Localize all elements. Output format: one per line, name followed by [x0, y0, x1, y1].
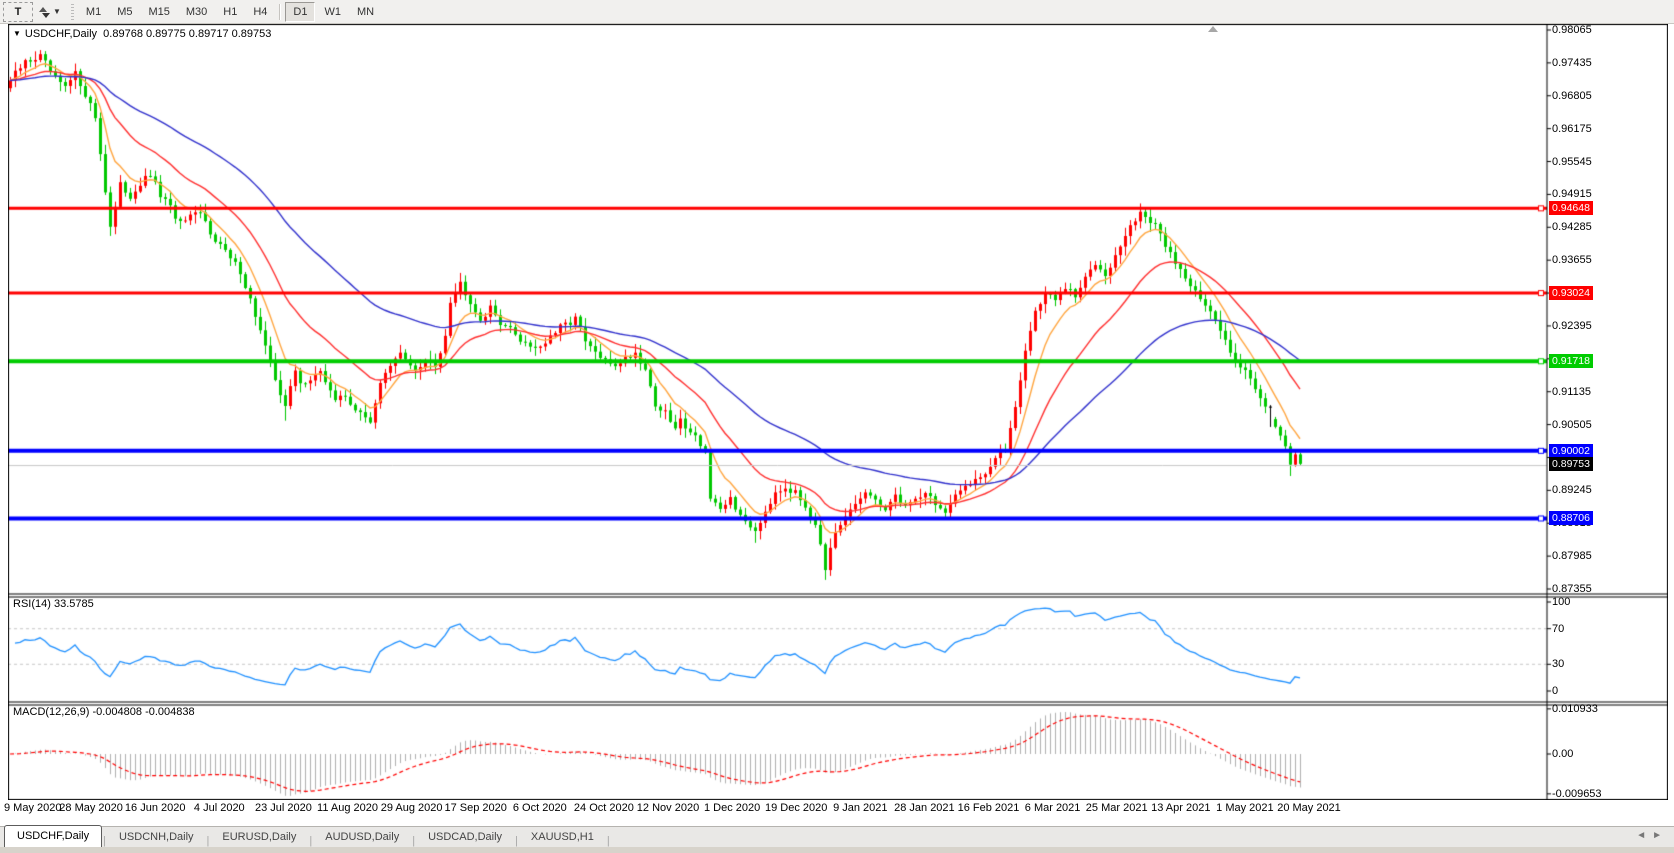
hline-price-badge: 0.90002: [1549, 443, 1593, 458]
timeframe-button-d1[interactable]: D1: [285, 1, 316, 22]
date-label: 28 Jan 2021: [894, 802, 955, 814]
chart-symbol: USDCHF,Daily: [24, 28, 98, 40]
rsi-tick-label: 100: [1552, 596, 1571, 608]
date-label: 6 Oct 2020: [512, 802, 567, 814]
rsi-label: RSI(14) 33.5785: [13, 598, 94, 610]
tab-eurusd-daily[interactable]: EURUSD,Daily: [210, 828, 308, 847]
date-label: 16 Jun 2020: [124, 802, 186, 814]
sort-arrows-icon: [38, 6, 50, 18]
macd-label: MACD(12,26,9) -0.004808 -0.004838: [13, 706, 195, 718]
sort-arrows-button[interactable]: ▼: [35, 3, 64, 21]
rsi-tick-label: 70: [1552, 622, 1565, 635]
tab-scroll-arrows[interactable]: ◄►: [1636, 830, 1668, 841]
rsi-tick-label: 30: [1552, 658, 1565, 671]
price-tick-label: 0.87985: [1552, 550, 1592, 563]
date-label: 1 Dec 2020: [703, 802, 761, 814]
chart-ohlc: 0.89768 0.89775 0.89717 0.89753: [103, 28, 272, 40]
date-label: 12 Nov 2020: [636, 802, 700, 814]
tab-separator: |: [606, 835, 610, 847]
timeframe-button-m30[interactable]: M30: [179, 3, 214, 21]
date-label: 4 Jul 2020: [193, 802, 245, 814]
date-label: 23 Jul 2020: [254, 802, 312, 814]
hline-price-badge: 0.94648: [1549, 201, 1593, 216]
price-tick-label: 0.93655: [1552, 254, 1592, 267]
price-tick-label: 0.90505: [1552, 418, 1592, 431]
date-label: 11 Aug 2020: [317, 802, 378, 814]
date-label: 9 Jan 2021: [833, 802, 888, 814]
chart-title: ▼ USDCHF,Daily 0.89768 0.89775 0.89717 0.…: [13, 28, 271, 40]
price-tick-label: 0.94285: [1552, 221, 1592, 234]
date-label: 16 Feb 2021: [957, 802, 1020, 814]
symbol-dropdown-icon[interactable]: ▼: [13, 29, 21, 38]
date-label: 29 Aug 2020: [380, 802, 443, 814]
tab-xauusd-h1[interactable]: XAUUSD,H1: [519, 828, 606, 847]
tab-scroll-right-icon[interactable]: ►: [1652, 830, 1668, 841]
date-label: 9 May 2020: [4, 802, 62, 814]
tab-audusd-daily[interactable]: AUDUSD,Daily: [313, 828, 411, 847]
date-label: 28 May 2020: [59, 802, 123, 814]
date-label: 17 Sep 2020: [444, 802, 507, 814]
hline-price-badge: 0.93024: [1549, 286, 1593, 301]
macd-tick-label: -0.009653: [1552, 787, 1602, 800]
chart-tabbar: USDCHF,Daily | USDCNH,Daily | EURUSD,Daily | A…: [0, 825, 1674, 847]
date-label: 20 May 2021: [1277, 802, 1341, 814]
timeframe-button-m15[interactable]: M15: [141, 3, 176, 21]
toolbar-drag-handle[interactable]: [70, 3, 74, 20]
text-tool-button[interactable]: T: [3, 1, 33, 22]
hline-price-badge: 0.88706: [1549, 511, 1593, 526]
tab-scroll-left-icon[interactable]: ◄: [1636, 830, 1652, 841]
date-label: 13 Apr 2021: [1151, 802, 1211, 814]
tab-usdcad-daily[interactable]: USDCAD,Daily: [416, 828, 514, 847]
date-label: 1 May 2021: [1216, 802, 1274, 814]
price-tick-label: 0.94915: [1552, 188, 1592, 201]
price-tick-label: 0.91135: [1552, 385, 1591, 398]
toolbar: T ▼ M1 M5 M15 M30 H1 H4 D1 W1 MN: [0, 0, 1674, 24]
price-tick-label: 0.92395: [1552, 319, 1592, 332]
tab-usdcnh-daily[interactable]: USDCNH,Daily: [107, 828, 206, 847]
toolbar-separator: [279, 3, 281, 20]
timeframe-button-m5[interactable]: M5: [110, 3, 139, 21]
current-price-badge: 0.89753: [1549, 456, 1593, 471]
timeframe-button-w1[interactable]: W1: [317, 3, 348, 21]
price-tick-label: 0.98065: [1552, 24, 1592, 36]
price-tick-label: 0.89245: [1552, 484, 1592, 497]
timeframe-button-mn[interactable]: MN: [350, 3, 381, 21]
timeframe-button-m1[interactable]: M1: [79, 3, 108, 21]
date-label: 6 Mar 2021: [1024, 802, 1081, 814]
chart-canvas[interactable]: [8, 24, 1668, 800]
date-label: 19 Dec 2020: [764, 802, 828, 814]
tab-usdchf-daily[interactable]: USDCHF,Daily: [4, 825, 103, 847]
chart-shift-marker: [1208, 26, 1218, 32]
timeframe-button-h1[interactable]: H1: [216, 3, 244, 21]
price-tick-label: 0.97435: [1552, 56, 1592, 69]
date-label: 24 Oct 2020: [573, 802, 634, 814]
price-tick-label: 0.96805: [1552, 89, 1592, 102]
status-strip: [0, 847, 1674, 853]
price-tick-label: 0.96175: [1552, 122, 1592, 135]
rsi-tick-label: 0: [1552, 685, 1559, 697]
hline-price-badge: 0.91718: [1549, 354, 1593, 369]
price-tick-label: 0.95545: [1552, 155, 1592, 168]
date-label: 25 Mar 2021: [1085, 802, 1148, 814]
macd-tick-label: 0.00: [1552, 748, 1574, 760]
price-tick-label: 0.87355: [1552, 583, 1592, 595]
chevron-down-icon[interactable]: ▼: [53, 7, 61, 16]
timeframe-group: M1 M5 M15 M30 H1 H4 D1 W1 MN: [78, 1, 382, 22]
macd-tick-label: 0.010933: [1552, 702, 1598, 715]
timeframe-button-h4[interactable]: H4: [246, 3, 274, 21]
